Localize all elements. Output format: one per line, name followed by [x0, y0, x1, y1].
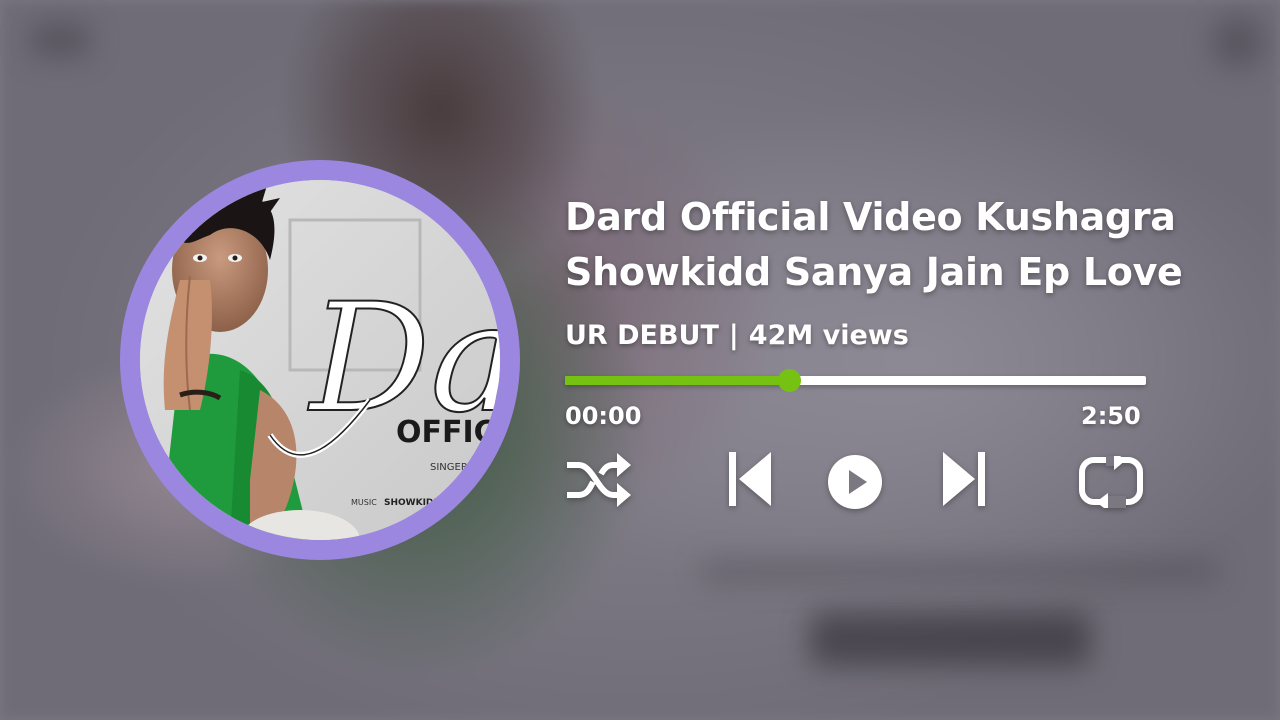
shuffle-button[interactable] — [565, 450, 631, 510]
progress-fill — [565, 376, 789, 385]
album-art-ring: Da OFFICI SINGER/ MUSIC SHOWKIDD LYRI — [120, 160, 520, 560]
next-button[interactable] — [941, 450, 987, 508]
play-icon — [828, 455, 882, 509]
album-art-lyrics-label: LYRI — [442, 498, 458, 507]
track-info: Dard Official Video Kushagra Showkidd Sa… — [565, 190, 1245, 351]
blurred-background-text — [810, 612, 1090, 666]
progress-bar[interactable] — [565, 369, 1146, 392]
repeat-button[interactable] — [1078, 456, 1144, 508]
artist-name: UR DEBUT — [565, 320, 719, 351]
album-art-music-label: MUSIC — [351, 498, 377, 507]
blurred-background-line — [700, 560, 1220, 582]
album-art-music-credit: SHOWKIDD — [384, 498, 441, 508]
total-duration: 2:50 — [1081, 402, 1141, 430]
track-title-line-1: Dard Official Video Kushagra — [565, 195, 1176, 239]
album-art-singer-text: SINGER/ — [430, 462, 472, 473]
shuffle-icon — [567, 453, 631, 507]
album-art-image: Da OFFICI SINGER/ MUSIC SHOWKIDD LYRI — [140, 180, 500, 540]
track-meta: UR DEBUT | 42M views — [565, 320, 909, 351]
progress-handle[interactable] — [777, 369, 801, 392]
album-art: Da OFFICI SINGER/ MUSIC SHOWKIDD LYRI — [140, 180, 500, 540]
play-button[interactable] — [827, 454, 883, 510]
skip-previous-icon — [729, 452, 771, 506]
music-player-screen: Da OFFICI SINGER/ MUSIC SHOWKIDD LYRI Da… — [0, 0, 1280, 720]
blurred-corner-right — [1212, 16, 1264, 68]
view-count: 42M views — [748, 320, 909, 351]
track-title-line-2: Showkidd Sanya Jain Ep Love — [565, 250, 1183, 294]
meta-separator: | — [728, 320, 739, 351]
elapsed-time: 00:00 — [565, 402, 642, 430]
skip-next-icon — [943, 452, 985, 506]
blurred-corner-left — [30, 22, 90, 58]
album-art-official-text: OFFICI — [396, 415, 500, 450]
previous-button[interactable] — [727, 450, 773, 508]
repeat-icon — [1079, 456, 1143, 508]
